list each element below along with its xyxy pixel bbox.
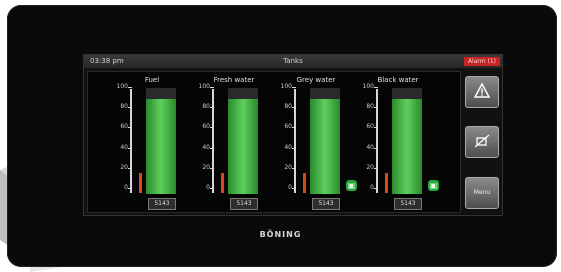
- scale-tick-label: 40: [366, 144, 374, 151]
- brand-logo: BÖNING: [259, 230, 302, 239]
- warning-button[interactable]: [465, 76, 499, 108]
- alarm-badge[interactable]: Alarm (1): [463, 57, 500, 66]
- tank-panel: Fuel 100 80 60 40 20 0 5143 Fresh water 100 80 60 40…: [87, 71, 461, 213]
- warning-icon: [473, 82, 491, 98]
- tank-level-fill: [392, 98, 422, 194]
- alarm-mute-button[interactable]: [465, 126, 499, 158]
- scale-tick-label: 0: [206, 184, 210, 191]
- scale-tick-label: 60: [202, 123, 210, 130]
- low-level-marker: [385, 173, 388, 193]
- scale-tick-label: 80: [284, 103, 292, 110]
- scale-tick-label: 80: [120, 103, 128, 110]
- scale-axis: [212, 89, 214, 193]
- page-title: Tanks: [283, 57, 303, 65]
- scale-tick-label: 60: [284, 123, 292, 130]
- scale-tick-label: 80: [202, 103, 210, 110]
- scale-tick-label: 100: [280, 83, 292, 90]
- scale-tick-label: 60: [366, 123, 374, 130]
- scale-axis: [376, 89, 378, 193]
- status-bar: 03:38 pm Tanks Alarm (1): [84, 55, 502, 68]
- scale-tick-label: 100: [198, 83, 210, 90]
- tank-level-bar: [392, 88, 422, 194]
- scale-tick-mark: [128, 87, 132, 88]
- scale-tick-mark: [210, 87, 214, 88]
- scale-axis: [130, 89, 132, 193]
- scale-tick-label: 20: [120, 164, 128, 171]
- tank-gauge[interactable]: Fuel 100 80 60 40 20 0 5143: [88, 72, 178, 212]
- menu-button[interactable]: Menu: [465, 177, 499, 209]
- scale-tick-label: 80: [366, 103, 374, 110]
- tank-value-readout: 5143: [394, 198, 422, 210]
- scale-tick-mark: [374, 87, 378, 88]
- valve-icon[interactable]: ▣: [428, 180, 439, 191]
- scale-tick-mark: [292, 87, 296, 88]
- scale-tick-label: 20: [366, 164, 374, 171]
- low-level-marker: [303, 173, 306, 193]
- scale-tick-label: 0: [288, 184, 292, 191]
- scale-tick-label: 40: [284, 144, 292, 151]
- scale-tick-label: 40: [202, 144, 210, 151]
- low-level-marker: [221, 173, 224, 193]
- scale-tick-label: 0: [124, 184, 128, 191]
- tank-gauge[interactable]: Black water 100 80 60 40 20 0 5143 ▣: [334, 72, 439, 212]
- scale-tick-label: 20: [202, 164, 210, 171]
- menu-button-label: Menu: [473, 189, 491, 196]
- scale-tick-label: 0: [370, 184, 374, 191]
- tank-name: Black water: [377, 76, 419, 84]
- scale-tick-label: 100: [116, 83, 128, 90]
- scale-tick-label: 100: [362, 83, 374, 90]
- scale-axis: [294, 89, 296, 193]
- tank-gauge[interactable]: Grey water 100 80 60 40 20 0 5143 ▣: [252, 72, 357, 212]
- tank-gauge[interactable]: Fresh water 100 80 60 40 20 0 5143: [170, 72, 260, 212]
- low-level-marker: [139, 173, 142, 193]
- scale-tick-label: 40: [120, 144, 128, 151]
- alarm-mute-icon: [474, 134, 490, 148]
- tanks-screen: 03:38 pm Tanks Alarm (1) Fuel 100 80 60 40 20…: [83, 54, 503, 216]
- scale-tick-label: 20: [284, 164, 292, 171]
- scale-tick-label: 60: [120, 123, 128, 130]
